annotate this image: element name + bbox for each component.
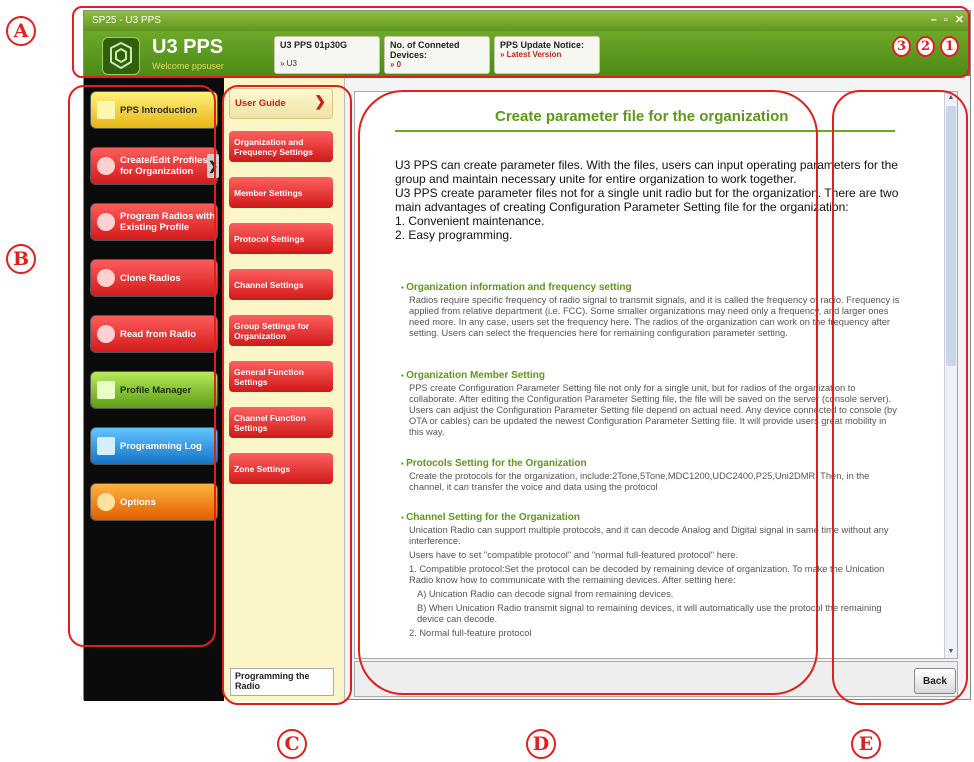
annotation-box-d — [358, 90, 818, 695]
annotation-box-c — [222, 85, 352, 705]
annotation-box-b — [68, 85, 216, 647]
annotation-box-a — [72, 6, 970, 78]
annotation-1: 1 — [940, 36, 959, 57]
annotation-2: 2 — [916, 36, 935, 57]
annotation-d: D — [526, 729, 556, 759]
annotation-a: A — [6, 16, 36, 46]
annotation-3: 3 — [892, 36, 911, 57]
annotation-c: C — [277, 729, 307, 759]
annotation-b: B — [6, 244, 36, 274]
annotation-e: E — [851, 729, 881, 759]
annotation-box-e — [832, 90, 968, 705]
